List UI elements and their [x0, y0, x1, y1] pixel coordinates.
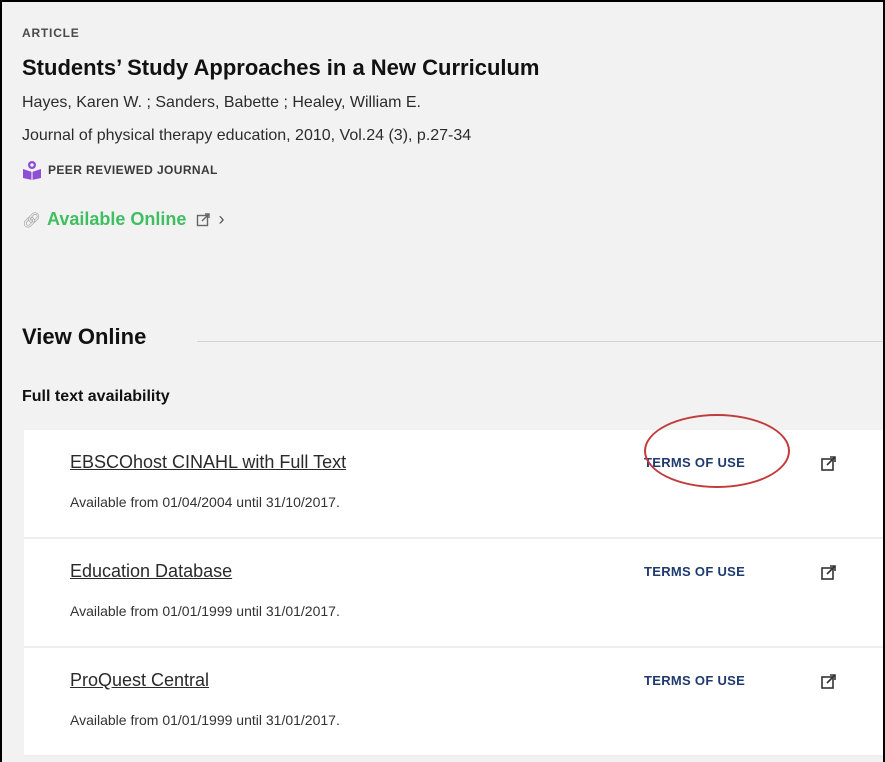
- availability-link[interactable]: 🔗︎ Available Online ›: [22, 209, 224, 230]
- external-link-icon[interactable]: [820, 565, 836, 581]
- section-divider: [197, 341, 883, 342]
- view-online-heading: View Online: [22, 324, 147, 349]
- chevron-right-icon: ›: [218, 209, 225, 229]
- external-link-icon: [197, 212, 211, 226]
- peer-reviewed-badge: PEER REVIEWED JOURNAL: [22, 160, 218, 180]
- coverage-range: Available from 01/04/2004 until 31/10/20…: [70, 494, 340, 510]
- full-text-availability-heading: Full text availability: [22, 388, 170, 405]
- record-type-label: ARTICLE: [22, 26, 80, 40]
- provider-link[interactable]: EBSCOhost CINAHL with Full Text: [70, 452, 346, 473]
- full-text-item: ProQuest Central Available from 01/01/19…: [24, 648, 883, 757]
- link-icon: 🔗︎: [22, 211, 42, 229]
- record-title[interactable]: Students’ Study Approaches in a New Curr…: [22, 55, 540, 81]
- record-journal: Journal of physical therapy education, 2…: [22, 127, 472, 144]
- coverage-range: Available from 01/01/1999 until 31/01/20…: [70, 712, 340, 728]
- record-panel: ARTICLE Students’ Study Approaches in a …: [0, 0, 885, 762]
- full-text-item: Education Database Available from 01/01/…: [24, 539, 883, 648]
- external-link-icon[interactable]: [820, 674, 836, 690]
- book-reader-icon: [23, 161, 41, 180]
- annotation-highlight-circle: [644, 414, 790, 488]
- provider-link[interactable]: Education Database: [70, 561, 232, 582]
- external-link-icon[interactable]: [820, 456, 836, 472]
- provider-link[interactable]: ProQuest Central: [70, 670, 209, 691]
- terms-of-use-link[interactable]: TERMS OF USE: [644, 564, 745, 579]
- coverage-range: Available from 01/01/1999 until 31/01/20…: [70, 603, 340, 619]
- peer-reviewed-label: PEER REVIEWED JOURNAL: [48, 163, 218, 177]
- availability-label[interactable]: Available Online: [47, 209, 186, 230]
- record-authors: Hayes, Karen W. ; Sanders, Babette ; Hea…: [22, 94, 421, 111]
- terms-of-use-link[interactable]: TERMS OF USE: [644, 673, 745, 688]
